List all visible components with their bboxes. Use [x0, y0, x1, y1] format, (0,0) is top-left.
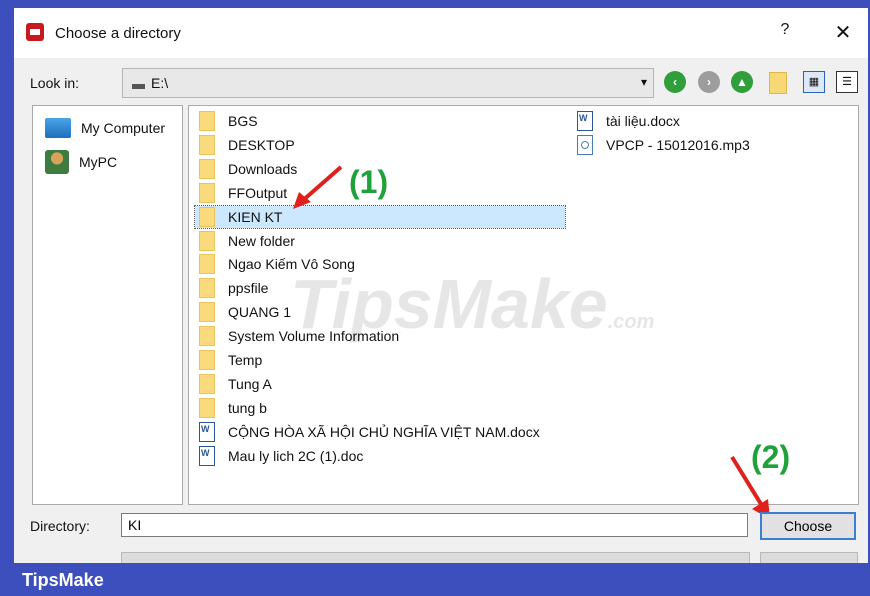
- file-item[interactable]: tài liệu.docx: [577, 110, 680, 132]
- sidebar: My Computer MyPC: [32, 105, 183, 505]
- folder-icon: [199, 350, 215, 370]
- annotation-arrow-1: [293, 165, 343, 209]
- title-bar: Choose a directory ? ✕: [14, 8, 868, 58]
- folder-icon: [199, 278, 215, 299]
- file-name: Ngao Kiếm Vô Song: [228, 256, 355, 273]
- choose-button[interactable]: Choose: [760, 512, 856, 540]
- folder-item[interactable]: Ngao Kiếm Vô Song: [199, 253, 355, 275]
- file-name: Temp: [228, 352, 263, 368]
- folder-item[interactable]: FFOutput: [199, 182, 287, 204]
- app-logo-icon: [26, 23, 44, 41]
- file-list: TipsMake.com BGS DESKTOP Downloads FFOutput…: [188, 105, 859, 505]
- folder-item[interactable]: Tung A: [199, 373, 272, 395]
- filter-field[interactable]: [121, 552, 750, 563]
- folder-icon: [199, 158, 215, 179]
- computer-icon: [45, 118, 71, 138]
- folder-icon: [199, 182, 215, 203]
- folder-item[interactable]: ppsfile: [199, 277, 268, 299]
- folder-item[interactable]: Temp: [199, 349, 262, 371]
- file-name: Downloads: [228, 160, 298, 177]
- close-button[interactable]: ✕: [831, 20, 855, 45]
- folder-item[interactable]: Downloads: [199, 158, 297, 180]
- list-view-button[interactable]: ☰: [836, 71, 858, 93]
- file-name: BGS: [228, 113, 258, 129]
- file-name: ppsfile: [228, 280, 269, 297]
- look-in-label: Look in:: [30, 75, 80, 91]
- file-item[interactable]: Mau ly lich 2C (1).doc: [199, 445, 363, 467]
- folder-icon: [199, 302, 215, 323]
- chevron-down-icon[interactable]: ▾: [641, 75, 647, 89]
- audio-file-icon: [577, 134, 593, 155]
- drive-icon: [132, 84, 145, 89]
- directory-input[interactable]: [121, 513, 748, 537]
- folder-icon: [199, 326, 215, 347]
- brand-bar: TipsMake: [0, 563, 870, 596]
- file-name: DESKTOP: [228, 136, 295, 153]
- folder-icon: [199, 111, 215, 131]
- user-icon: [45, 150, 69, 174]
- folder-icon: [199, 134, 215, 155]
- file-name: KIEN KT: [228, 208, 283, 225]
- folder-icon: [199, 230, 215, 251]
- sidebar-item-label: MyPC: [79, 154, 118, 170]
- folder-item[interactable]: System Volume Information: [199, 325, 399, 347]
- look-in-dropdown[interactable]: E:\ ▾: [122, 68, 654, 98]
- file-name: CỘNG HÒA XÃ HỘI CHỦ NGHĨA VIỆT NAM.docx: [228, 423, 540, 440]
- folder-icon: [199, 206, 215, 227]
- file-name: System Volume Information: [228, 328, 400, 345]
- annotation-step-1: (1): [349, 164, 389, 200]
- file-name: VPCP - 15012016.mp3: [606, 136, 750, 153]
- file-name: New folder: [228, 232, 295, 249]
- file-item[interactable]: VPCP - 15012016.mp3: [577, 134, 750, 156]
- folder-item[interactable]: QUANG 1: [199, 301, 291, 323]
- parent-directory-button[interactable]: ▲: [731, 71, 753, 93]
- sidebar-item-mypc[interactable]: MyPC: [45, 150, 117, 174]
- dialog-title: Choose a directory: [55, 25, 181, 42]
- help-button[interactable]: ?: [774, 21, 796, 39]
- folder-icon: [199, 373, 215, 394]
- watermark-suffix: .com: [607, 311, 655, 333]
- word-document-icon: [577, 111, 593, 131]
- sidebar-item-my-computer[interactable]: My Computer: [45, 118, 165, 138]
- file-name: tài liệu.docx: [606, 113, 680, 129]
- new-folder-button[interactable]: [769, 72, 787, 94]
- file-name: QUANG 1: [228, 304, 292, 321]
- folder-item[interactable]: New folder: [199, 230, 295, 252]
- brand-logo: TipsMake: [22, 570, 104, 590]
- choose-directory-dialog: Choose a directory ? ✕ Look in: E:\ ▾ ‹ …: [14, 8, 868, 563]
- file-name: Tung A: [228, 375, 272, 392]
- detail-view-button[interactable]: ▦: [803, 71, 825, 93]
- folder-icon: [199, 254, 215, 275]
- folder-icon: [199, 397, 215, 418]
- forward-button[interactable]: ›: [698, 71, 720, 93]
- directory-label: Directory:: [30, 518, 90, 534]
- file-name: FFOutput: [228, 184, 288, 201]
- folder-item[interactable]: KIEN KT: [194, 204, 566, 229]
- folder-item[interactable]: tung b: [199, 397, 267, 419]
- cancel-button[interactable]: [760, 552, 858, 563]
- look-in-value: E:\: [151, 75, 169, 91]
- word-document-icon: [199, 445, 215, 466]
- word-document-icon: [199, 421, 215, 442]
- file-name: Mau ly lich 2C (1).doc: [228, 447, 364, 464]
- back-button[interactable]: ‹: [664, 71, 686, 93]
- file-name: tung b: [228, 399, 267, 416]
- file-item[interactable]: CỘNG HÒA XÃ HỘI CHỦ NGHĨA VIỆT NAM.docx: [199, 421, 540, 443]
- folder-item[interactable]: BGS: [199, 110, 258, 132]
- folder-item[interactable]: DESKTOP: [199, 134, 295, 156]
- sidebar-item-label: My Computer: [81, 120, 166, 136]
